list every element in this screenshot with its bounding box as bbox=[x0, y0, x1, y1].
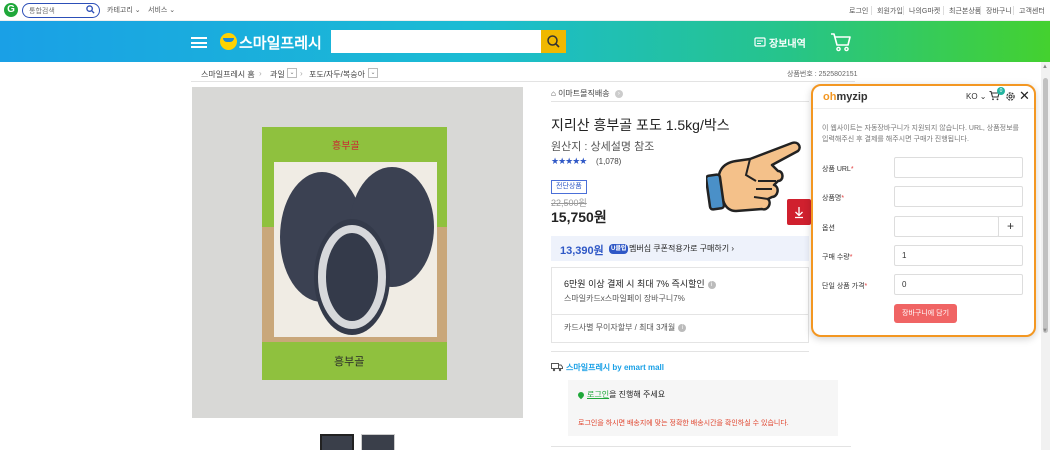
product-url-input[interactable] bbox=[894, 157, 1023, 178]
sale-price: 15,750원 bbox=[551, 209, 607, 225]
header-search-button[interactable] bbox=[541, 30, 566, 53]
breadcrumb-subcategory[interactable]: 포도/자두/복숭아 bbox=[309, 69, 365, 80]
login-link[interactable]: 로그인 bbox=[587, 390, 609, 399]
breadcrumb-category[interactable]: 과일 bbox=[270, 69, 285, 80]
installment-info: 카드사별 무이자할부 / 최대 3개월 i bbox=[564, 322, 687, 333]
membership-price: 13,390원 bbox=[560, 245, 604, 257]
rating-stars[interactable]: ★★★★★ bbox=[551, 156, 587, 167]
add-to-cart-button[interactable]: 장바구니에 담기 bbox=[894, 304, 957, 323]
divider bbox=[551, 446, 851, 447]
top-search-box[interactable] bbox=[22, 3, 100, 18]
link-customer-center[interactable]: 고객센터 bbox=[1019, 6, 1045, 16]
cart-count-badge: 0 bbox=[997, 87, 1005, 95]
gmarket-logo-icon[interactable]: G bbox=[4, 3, 18, 17]
cart-icon[interactable] bbox=[830, 31, 852, 53]
divider bbox=[552, 314, 808, 315]
field-label-name: 상품명* bbox=[822, 195, 845, 202]
product-origin: 원산지 : 상세설명 참조 bbox=[551, 141, 655, 153]
svg-text:흥부골: 흥부골 bbox=[332, 139, 360, 152]
thumbnail-1[interactable] bbox=[320, 434, 354, 450]
membership-text[interactable]: 멤버십 쿠폰적용가로 구매하기 › bbox=[629, 243, 734, 254]
product-name-input[interactable] bbox=[894, 186, 1023, 207]
divider bbox=[551, 101, 809, 102]
svg-text:흥부골: 흥부골 bbox=[334, 354, 364, 368]
divider bbox=[813, 108, 1034, 109]
header-search-input[interactable] bbox=[331, 30, 566, 53]
product-image[interactable]: 흥부골 흥부골 bbox=[192, 87, 523, 418]
menu-icon[interactable] bbox=[191, 37, 207, 48]
link-cart[interactable]: 장바구니 bbox=[986, 6, 1012, 16]
breadcrumb-home[interactable]: 스마일프레시 홈 bbox=[201, 69, 255, 80]
language-select[interactable]: KO ⌄ bbox=[966, 92, 986, 101]
product-title: 지리산 흥부골 포도 1.5kg/박스 bbox=[551, 117, 730, 133]
breadcrumb-separator: › bbox=[300, 69, 303, 78]
location-pin-icon bbox=[576, 390, 586, 400]
top-search-input[interactable] bbox=[29, 5, 89, 18]
info-icon[interactable]: i bbox=[678, 323, 687, 332]
divider bbox=[943, 6, 944, 15]
grape-box-illustration: 흥부골 흥부골 bbox=[262, 127, 447, 380]
info-icon[interactable]: i bbox=[707, 280, 716, 289]
u-club-badge: U클럽 bbox=[609, 244, 629, 254]
extension-notice: 이 웹사이트는 자동장바구니가 지원되지 않습니다. URL, 상품정보를 입력… bbox=[822, 125, 1020, 143]
smile-logo-icon bbox=[220, 33, 237, 50]
divider bbox=[903, 6, 904, 15]
search-icon bbox=[547, 35, 560, 48]
seller-tag[interactable]: ⌂ 이마트몰직배송 › bbox=[551, 88, 623, 99]
chevron-right-icon: › bbox=[614, 89, 623, 98]
field-label-price: 단일 상품 가격* bbox=[822, 283, 868, 290]
scrollbar-thumb[interactable] bbox=[1043, 78, 1048, 333]
product-number: 상품번호 : 2525802151 bbox=[787, 71, 858, 78]
receipt-icon[interactable] bbox=[754, 36, 766, 48]
field-label-option: 옵션 bbox=[822, 225, 835, 232]
main-header: 스마일프레시 장보내역 bbox=[0, 21, 1050, 62]
gear-icon[interactable] bbox=[1005, 91, 1016, 102]
divider bbox=[191, 81, 855, 82]
benefit-title: 6만원 이상 결제 시 최대 7% 즉시할인 i bbox=[564, 277, 716, 290]
logo-text: 스마일프레시 bbox=[239, 35, 322, 52]
link-recent[interactable]: 최근본상품 bbox=[949, 6, 981, 16]
scroll-up-arrow[interactable]: ▲ bbox=[1042, 64, 1048, 70]
link-my-gmarket[interactable]: 나의G마켓 bbox=[909, 6, 940, 16]
login-note: 로그인을 하시면 배송지에 맞는 정확한 배송시간을 확인하실 수 있습니다. bbox=[578, 420, 789, 427]
thumbnail-2[interactable] bbox=[361, 434, 395, 450]
field-label-url: 상품 URL* bbox=[822, 166, 854, 173]
divider bbox=[1013, 6, 1014, 15]
nav-category[interactable]: 카테고리 ⌄ bbox=[107, 5, 141, 15]
ohmyzip-extension-panel bbox=[811, 84, 1036, 337]
sale-badge: 전단상품 bbox=[551, 180, 587, 194]
breadcrumb-separator: › bbox=[259, 69, 262, 78]
home-icon: ⌂ bbox=[551, 89, 559, 98]
field-label-quantity: 구매 수량* bbox=[822, 254, 853, 261]
benefit-subtitle: 스마일카드x스마일페이 장바구니7% bbox=[564, 294, 685, 303]
quantity-input[interactable]: 1 bbox=[894, 245, 1023, 266]
nav-service[interactable]: 서비스 ⌄ bbox=[148, 5, 175, 15]
chevron-down-icon[interactable]: ⌄ bbox=[287, 68, 297, 78]
divider bbox=[551, 351, 809, 352]
pointing-hand-icon bbox=[706, 141, 801, 213]
order-history-button[interactable]: 장보내역 bbox=[769, 35, 806, 50]
close-icon[interactable]: ✕ bbox=[1019, 89, 1030, 102]
link-login[interactable]: 로그인 bbox=[849, 6, 868, 16]
divider bbox=[871, 6, 872, 15]
rating-count[interactable]: (1,078) bbox=[596, 157, 621, 166]
top-utility-bar: G 카테고리 ⌄ 서비스 ⌄ 로그인 회원가입 나의G마켓 최근본상품 장바구니… bbox=[0, 0, 1050, 21]
login-prompt: 로그인을 진행해 주세요 bbox=[576, 389, 665, 400]
search-icon[interactable] bbox=[86, 5, 95, 14]
truck-icon bbox=[551, 363, 563, 372]
ohmyzip-logo: ohmyzip bbox=[823, 91, 868, 103]
option-input[interactable] bbox=[894, 216, 999, 237]
chevron-down-icon[interactable]: ⌄ bbox=[368, 68, 378, 78]
smile-fresh-emart-logo: 스마일프레시 by emart mall bbox=[566, 363, 664, 372]
divider bbox=[980, 6, 981, 15]
link-signup[interactable]: 회원가입 bbox=[877, 6, 903, 16]
add-option-button[interactable]: + bbox=[998, 216, 1023, 237]
scroll-down-arrow[interactable]: ▼ bbox=[1042, 328, 1048, 334]
unit-price-input[interactable]: 0 bbox=[894, 274, 1023, 295]
